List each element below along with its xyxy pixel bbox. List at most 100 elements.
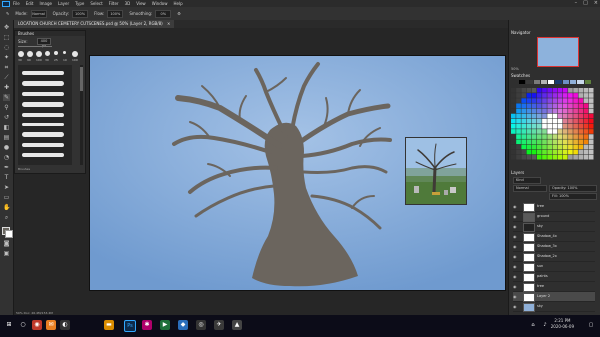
color-swatch[interactable] <box>531 134 537 139</box>
close-window-button[interactable]: × <box>594 0 598 6</box>
color-swatch[interactable] <box>552 118 558 124</box>
color-swatch[interactable] <box>552 149 558 155</box>
color-swatch[interactable] <box>557 103 563 109</box>
color-swatch[interactable] <box>516 108 521 114</box>
color-swatch[interactable] <box>516 98 521 103</box>
color-swatch[interactable] <box>557 139 563 145</box>
color-swatch[interactable] <box>536 134 542 139</box>
layer-row[interactable]: ◉ paints <box>513 272 595 282</box>
color-swatch[interactable] <box>578 129 584 134</box>
layer-row[interactable]: ◉ sky <box>513 222 595 232</box>
color-swatch[interactable] <box>511 144 516 150</box>
color-swatch[interactable] <box>583 98 589 103</box>
color-swatch[interactable] <box>552 134 558 139</box>
color-swatch[interactable] <box>578 139 584 145</box>
color-swatch[interactable] <box>511 98 516 103</box>
color-swatch[interactable] <box>511 124 516 129</box>
app-icon[interactable]: ◉ <box>32 320 42 330</box>
color-swatch[interactable] <box>583 108 589 114</box>
menu-window[interactable]: Window <box>152 1 168 6</box>
screen-mode-icon[interactable]: ▣ <box>3 250 10 257</box>
color-swatch[interactable] <box>588 149 594 155</box>
color-swatch[interactable] <box>552 93 558 98</box>
color-swatch[interactable] <box>562 98 568 103</box>
color-swatch[interactable] <box>568 154 573 160</box>
color-swatch[interactable] <box>526 113 532 119</box>
color-swatch[interactable] <box>521 134 527 139</box>
history-brush-tool-icon[interactable]: ↺ <box>3 114 10 121</box>
color-swatch[interactable] <box>568 134 573 139</box>
quick-mask-icon[interactable]: ◙ <box>3 240 10 247</box>
color-swatch[interactable] <box>578 108 584 114</box>
color-swatch[interactable] <box>562 108 568 114</box>
color-swatch[interactable] <box>588 139 594 145</box>
color-swatch[interactable] <box>526 124 532 129</box>
color-swatch[interactable] <box>542 88 547 93</box>
pen-tool-icon[interactable]: ✒ <box>3 164 10 171</box>
color-swatch[interactable] <box>547 124 552 129</box>
color-swatch[interactable] <box>552 113 558 119</box>
menu-type[interactable]: Type <box>75 1 84 6</box>
color-swatch[interactable] <box>531 154 537 160</box>
color-swatch[interactable] <box>547 134 552 139</box>
visibility-eye-icon[interactable]: ◉ <box>513 274 517 279</box>
color-swatch[interactable] <box>562 134 568 139</box>
visibility-eye-icon[interactable]: ◉ <box>513 254 517 259</box>
flow-input[interactable]: 100% <box>107 9 124 18</box>
color-swatch[interactable] <box>536 149 542 155</box>
color-swatch[interactable] <box>562 129 568 134</box>
color-swatch[interactable] <box>526 144 532 150</box>
color-swatch[interactable] <box>531 124 537 129</box>
color-swatch[interactable] <box>521 108 527 114</box>
color-swatch[interactable] <box>542 154 547 160</box>
document-tab[interactable]: LOCATION CHURCH CEMETERY CUTSCENES.psd @… <box>14 20 175 28</box>
brush-preset-stroke[interactable] <box>22 143 64 147</box>
color-swatch[interactable] <box>521 103 527 109</box>
color-swatch[interactable] <box>552 103 558 109</box>
color-swatch[interactable] <box>542 149 547 155</box>
color-swatch[interactable] <box>547 118 552 124</box>
color-swatch[interactable] <box>578 118 584 124</box>
visibility-eye-icon[interactable]: ◉ <box>513 284 517 289</box>
tab-navigator[interactable]: Navigator <box>511 30 531 35</box>
color-swatch[interactable] <box>557 88 563 93</box>
color-swatch[interactable] <box>588 113 594 119</box>
color-swatch[interactable] <box>568 113 573 119</box>
opacity-input[interactable]: 100% <box>72 9 89 18</box>
color-swatch[interactable] <box>562 113 568 119</box>
brush-size-input[interactable]: 400 px <box>37 38 51 48</box>
color-swatch[interactable] <box>521 129 527 134</box>
color-swatch[interactable] <box>568 144 573 150</box>
brush-tip[interactable] <box>18 51 24 57</box>
color-swatch[interactable] <box>552 124 558 129</box>
color-swatch[interactable] <box>568 93 573 98</box>
menu-view[interactable]: View <box>136 1 146 6</box>
color-swatch[interactable] <box>588 88 594 93</box>
color-swatch[interactable] <box>536 118 542 124</box>
eraser-tool-icon[interactable]: ◧ <box>3 124 10 131</box>
brush-tip[interactable] <box>72 51 78 57</box>
color-swatch[interactable] <box>526 129 532 134</box>
swatch[interactable] <box>540 80 548 84</box>
brush-preset-stroke[interactable] <box>22 132 64 137</box>
visibility-eye-icon[interactable]: ◉ <box>513 214 517 219</box>
color-swatch[interactable] <box>536 144 542 150</box>
color-swatch[interactable] <box>552 154 558 160</box>
color-swatch[interactable] <box>531 113 537 119</box>
color-swatch[interactable] <box>557 113 563 119</box>
layer-row[interactable]: ◉ Shadow_4x <box>513 232 595 242</box>
color-swatch[interactable] <box>557 129 563 134</box>
color-swatch[interactable] <box>583 93 589 98</box>
visibility-eye-icon[interactable]: ◉ <box>513 234 517 239</box>
color-swatch[interactable] <box>573 144 578 150</box>
dodge-tool-icon[interactable]: ◔ <box>3 154 10 161</box>
color-swatch[interactable] <box>542 103 547 109</box>
color-swatch[interactable] <box>557 134 563 139</box>
color-swatch[interactable] <box>526 93 532 98</box>
layer-row[interactable]: ◉ Shadow_3x <box>513 242 595 252</box>
color-swatch[interactable] <box>521 88 527 93</box>
color-swatch[interactable] <box>578 98 584 103</box>
color-swatch[interactable] <box>573 118 578 124</box>
navigator-thumbnail[interactable] <box>537 37 579 67</box>
color-swatch[interactable] <box>526 154 532 160</box>
